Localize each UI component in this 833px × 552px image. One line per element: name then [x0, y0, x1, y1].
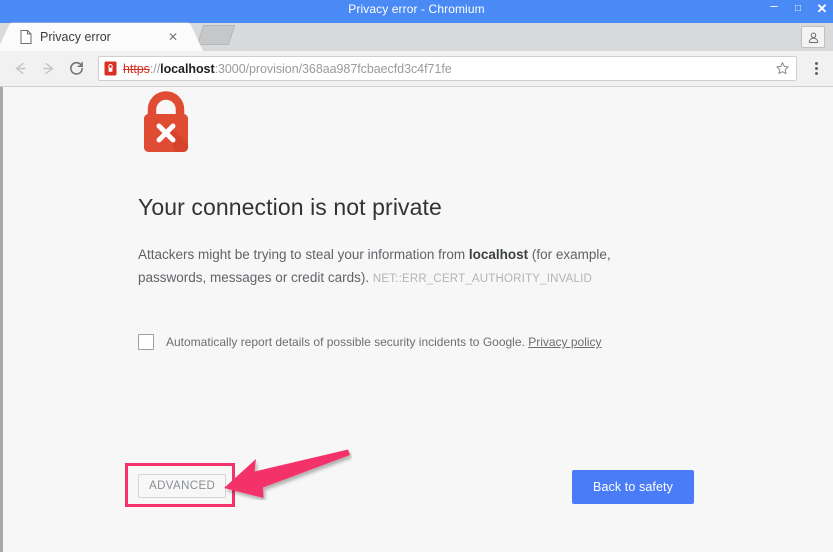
browser-toolbar: https://localhost:3000/provision/368aa98… [0, 51, 833, 87]
error-code: NET::ERR_CERT_AUTHORITY_INVALID [372, 273, 593, 285]
body-text-part1: Attackers might be trying to steal your … [138, 247, 469, 262]
reload-button[interactable] [62, 55, 90, 83]
tab-privacy-error[interactable]: Privacy error ✕ [0, 23, 203, 51]
page-title: Your connection is not private [138, 194, 442, 220]
interstitial-body: Attackers might be trying to steal your … [138, 243, 648, 291]
bookmark-star-icon[interactable] [771, 58, 793, 80]
maximize-button[interactable]: □ [791, 0, 805, 18]
page-icon [20, 30, 32, 44]
window-title: Privacy error - Chromium [348, 2, 485, 16]
menu-dot-icon [814, 72, 818, 75]
advanced-button[interactable]: ADVANCED [138, 474, 227, 498]
tab-strip: Privacy error ✕ [0, 18, 833, 51]
profile-avatar-button[interactable] [801, 26, 825, 48]
interstitial-content: Your connection is not private Attackers… [138, 90, 698, 350]
tab-row: Privacy error ✕ [0, 23, 833, 51]
forward-button[interactable] [34, 55, 62, 83]
url-path: :3000/provision/368aa987fcbaecfd3c4f71fe [214, 61, 452, 76]
window-left-edge [0, 87, 3, 552]
title-bar: Privacy error - Chromium – □ ✕ [0, 0, 833, 18]
minimize-button[interactable]: – [767, 0, 781, 15]
report-checkbox-row: Automatically report details of possible… [138, 334, 698, 350]
omnibox[interactable]: https://localhost:3000/provision/368aa98… [98, 56, 797, 81]
close-button[interactable]: ✕ [815, 0, 829, 18]
privacy-policy-link[interactable]: Privacy policy [528, 335, 601, 349]
report-checkbox-label: Automatically report details of possible… [166, 335, 602, 349]
not-secure-certificate-icon[interactable] [104, 61, 117, 76]
window-controls: – □ ✕ [767, 0, 829, 18]
body-host-name: localhost [468, 247, 529, 262]
omnibox-url: https://localhost:3000/provision/368aa98… [123, 62, 771, 76]
back-button[interactable] [6, 55, 34, 83]
report-checkbox-text: Automatically report details of possible… [166, 335, 529, 349]
url-separator: :// [149, 61, 161, 76]
interstitial-actions: ADVANCED Back to safety [125, 463, 694, 510]
browser-window: Privacy error - Chromium – □ ✕ Privacy e… [0, 0, 833, 552]
menu-dot-icon [814, 67, 818, 70]
tab-close-icon[interactable]: ✕ [166, 30, 180, 44]
report-checkbox[interactable] [138, 334, 154, 350]
menu-dot-icon [814, 62, 818, 65]
tab-title: Privacy error [40, 30, 111, 44]
back-to-safety-button[interactable]: Back to safety [572, 470, 694, 504]
lock-with-x-icon [138, 90, 194, 156]
url-host: localhost [160, 61, 215, 76]
chrome-menu-button[interactable] [803, 55, 829, 83]
url-scheme-struck: https [123, 61, 150, 76]
advanced-button-wrapper: ADVANCED [125, 463, 235, 507]
